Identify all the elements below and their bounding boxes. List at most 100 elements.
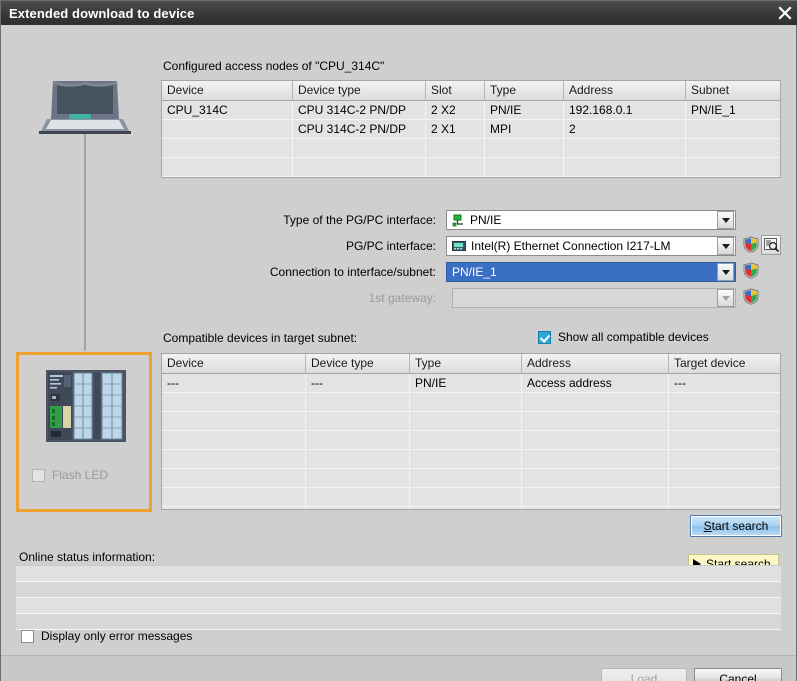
cell-type: PN/IE — [410, 374, 522, 392]
table-row[interactable] — [162, 158, 780, 177]
access-nodes-label: Configured access nodes of "CPU_314C" — [163, 59, 385, 73]
col-target-device: Target device — [674, 356, 746, 370]
table-row[interactable]: CPU 314C-2 PN/DP 2 X1 MPI 2 — [162, 120, 780, 139]
load-button: Load — [601, 668, 687, 681]
cell-device: CPU_314C — [162, 101, 293, 119]
chevron-down-icon[interactable] — [717, 211, 734, 229]
cell-subnet: PN/IE_1 — [691, 103, 736, 117]
chevron-down-icon[interactable] — [717, 237, 734, 255]
cell-device — [162, 158, 293, 176]
start-search-button[interactable]: Start search — [690, 515, 782, 537]
extended-download-dialog: Extended download to device Configured a… — [0, 0, 797, 681]
cell-device-type — [306, 412, 410, 430]
cell-address — [522, 488, 669, 506]
cell-device: --- — [162, 374, 306, 392]
table-row[interactable] — [162, 412, 780, 431]
table-row[interactable] — [162, 507, 780, 509]
cell-device-type — [293, 158, 426, 176]
display-only-error-messages-row[interactable]: Display only error messages — [21, 629, 192, 643]
cell-type: PN/IE — [485, 101, 564, 119]
col-type: Type — [485, 81, 564, 100]
cell-type — [410, 507, 522, 509]
start-search-mnemonic: S — [703, 519, 712, 533]
cell-device — [162, 393, 306, 411]
show-all-compatible-devices-row[interactable]: Show all compatible devices — [538, 330, 709, 344]
compatible-devices-table[interactable]: Device Device type Type Address Target d… — [161, 353, 781, 510]
cancel-mnemonic: C — [719, 672, 728, 681]
cell-device-type — [306, 469, 410, 487]
col-address: Address — [522, 354, 669, 373]
cell-target-device — [669, 393, 780, 411]
flash-led-row: Flash LED — [32, 468, 108, 482]
table-row[interactable]: CPU_314C CPU 314C-2 PN/DP 2 X2 PN/IE 192… — [162, 101, 780, 120]
cell-address — [522, 431, 669, 449]
col-device: Device — [162, 81, 293, 100]
cell-subnet — [686, 139, 780, 157]
cell-address: 2 — [564, 120, 686, 138]
online-status-label: Online status information: — [19, 550, 156, 564]
shield-icon[interactable] — [743, 236, 759, 256]
shield-icon[interactable] — [743, 288, 759, 308]
cell-type — [410, 450, 522, 468]
table-row[interactable] — [162, 431, 780, 450]
online-status-list[interactable] — [16, 565, 781, 630]
table-row[interactable] — [162, 139, 780, 158]
cell-address — [522, 507, 669, 509]
table-header: Device Device type Slot Type Address Sub… — [162, 81, 780, 101]
table-row[interactable] — [162, 393, 780, 412]
properties-search-icon[interactable] — [761, 235, 781, 255]
table-row[interactable] — [162, 469, 780, 488]
flash-led-checkbox — [32, 468, 45, 482]
show-all-compatible-devices-checkbox[interactable] — [538, 330, 551, 344]
dialog-body: Configured access nodes of "CPU_314C" De… — [1, 25, 796, 681]
cell-address — [522, 412, 669, 430]
pgpc-interface-dropdown[interactable]: Intel(R) Ethernet Connection I217-LM — [446, 236, 736, 256]
cell-device-type: CPU 314C-2 PN/DP — [293, 101, 426, 119]
col-type: Type — [410, 354, 522, 373]
cell-target-device — [669, 469, 780, 487]
cell-target-device — [669, 431, 780, 449]
load-button-label-rest: oad — [637, 672, 658, 681]
cell-slot — [426, 139, 485, 157]
shield-icon[interactable] — [743, 262, 759, 282]
cell-device-type — [306, 393, 410, 411]
connection-to-subnet-dropdown[interactable]: PN/IE_1 — [446, 262, 736, 282]
configured-access-nodes-table[interactable]: Device Device type Slot Type Address Sub… — [161, 80, 781, 178]
plc-module-icon — [46, 370, 126, 445]
show-all-compatible-devices-label: Show all compatible devices — [558, 330, 709, 344]
table-row[interactable] — [162, 488, 780, 507]
chevron-down-icon[interactable] — [717, 263, 734, 281]
cell-device-type — [306, 431, 410, 449]
cell-device-type — [293, 139, 426, 157]
cancel-button[interactable]: Cancel — [694, 668, 782, 681]
start-search-button-label-rest: tart search — [711, 519, 769, 533]
cell-device-type — [306, 488, 410, 506]
cell-device — [162, 139, 293, 157]
cell-type: MPI — [485, 120, 564, 138]
col-device: Device — [162, 354, 306, 373]
status-row — [16, 582, 781, 598]
table-row[interactable] — [162, 450, 780, 469]
display-only-error-messages-checkbox[interactable] — [21, 629, 34, 643]
cell-address — [522, 393, 669, 411]
cell-address — [522, 469, 669, 487]
cell-device — [162, 412, 306, 430]
window-title: Extended download to device — [9, 5, 195, 21]
cell-address — [522, 450, 669, 468]
type-of-pgpc-interface-label: Type of the PG/PC interface: — [283, 213, 436, 227]
table-row[interactable]: --- --- PN/IE Access address --- — [162, 374, 780, 393]
pn-ie-network-icon — [452, 214, 465, 227]
target-device-panel: Flash LED — [16, 352, 152, 512]
cell-target-device — [669, 507, 780, 509]
cell-address — [564, 139, 686, 157]
close-icon[interactable] — [772, 1, 797, 25]
connection-to-subnet-label: Connection to interface/subnet: — [269, 265, 436, 279]
cell-device-type: --- — [306, 374, 410, 392]
col-subnet: Subnet — [691, 83, 730, 97]
type-of-pgpc-interface-dropdown[interactable]: PN/IE — [446, 210, 736, 230]
cell-type — [410, 393, 522, 411]
cell-device — [162, 120, 293, 138]
cell-type — [485, 139, 564, 157]
col-device-type: Device type — [293, 81, 426, 100]
cell-type — [410, 431, 522, 449]
